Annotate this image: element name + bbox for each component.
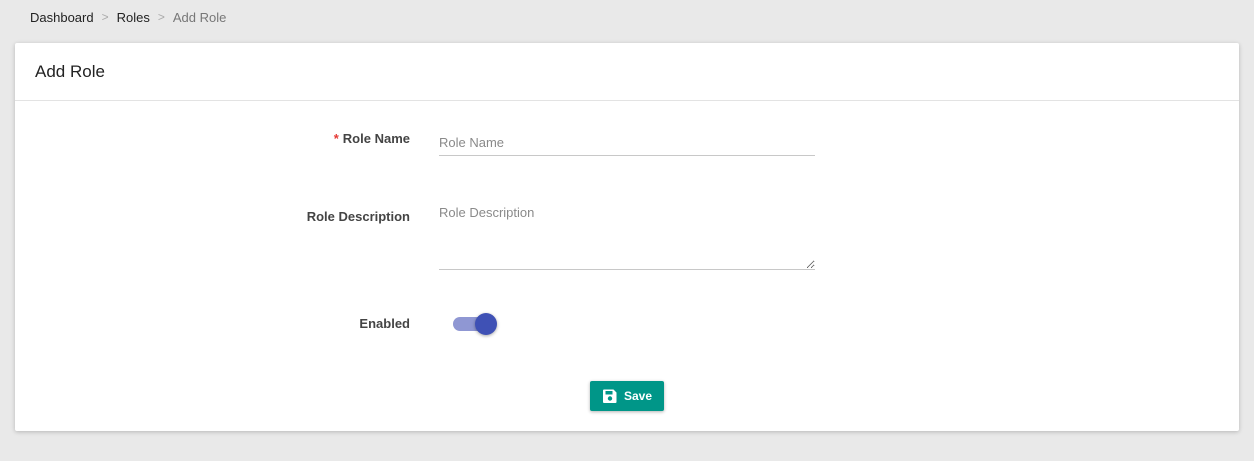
role-name-label: * Role Name [334,131,410,146]
enabled-toggle[interactable] [453,312,497,336]
save-button[interactable]: Save [590,381,664,411]
page-title: Add Role [35,61,105,81]
role-name-label-text: Role Name [342,131,410,146]
breadcrumb-current: Add Role [172,9,227,25]
add-role-card: Add Role *Role Name Role Description Ena… [15,43,1239,431]
enabled-label: Enabled [359,316,410,331]
role-name-input[interactable] [439,129,815,156]
toggle-thumb [475,313,497,335]
floppy-disk-icon [602,388,618,404]
role-description-label: Role Description [306,209,410,224]
breadcrumb-separator: > [157,10,165,24]
breadcrumb-separator: > [101,10,109,24]
role-description-textarea[interactable] [439,205,815,270]
breadcrumb: Dashboard > Roles > Add Role [30,9,226,25]
breadcrumb-dashboard-link[interactable]: Dashboard [30,10,94,25]
card-header: Add Role [15,43,1239,101]
save-button-label: Save [623,389,653,403]
breadcrumb-roles-link[interactable]: Roles [117,10,150,25]
required-marker: * [333,131,339,146]
